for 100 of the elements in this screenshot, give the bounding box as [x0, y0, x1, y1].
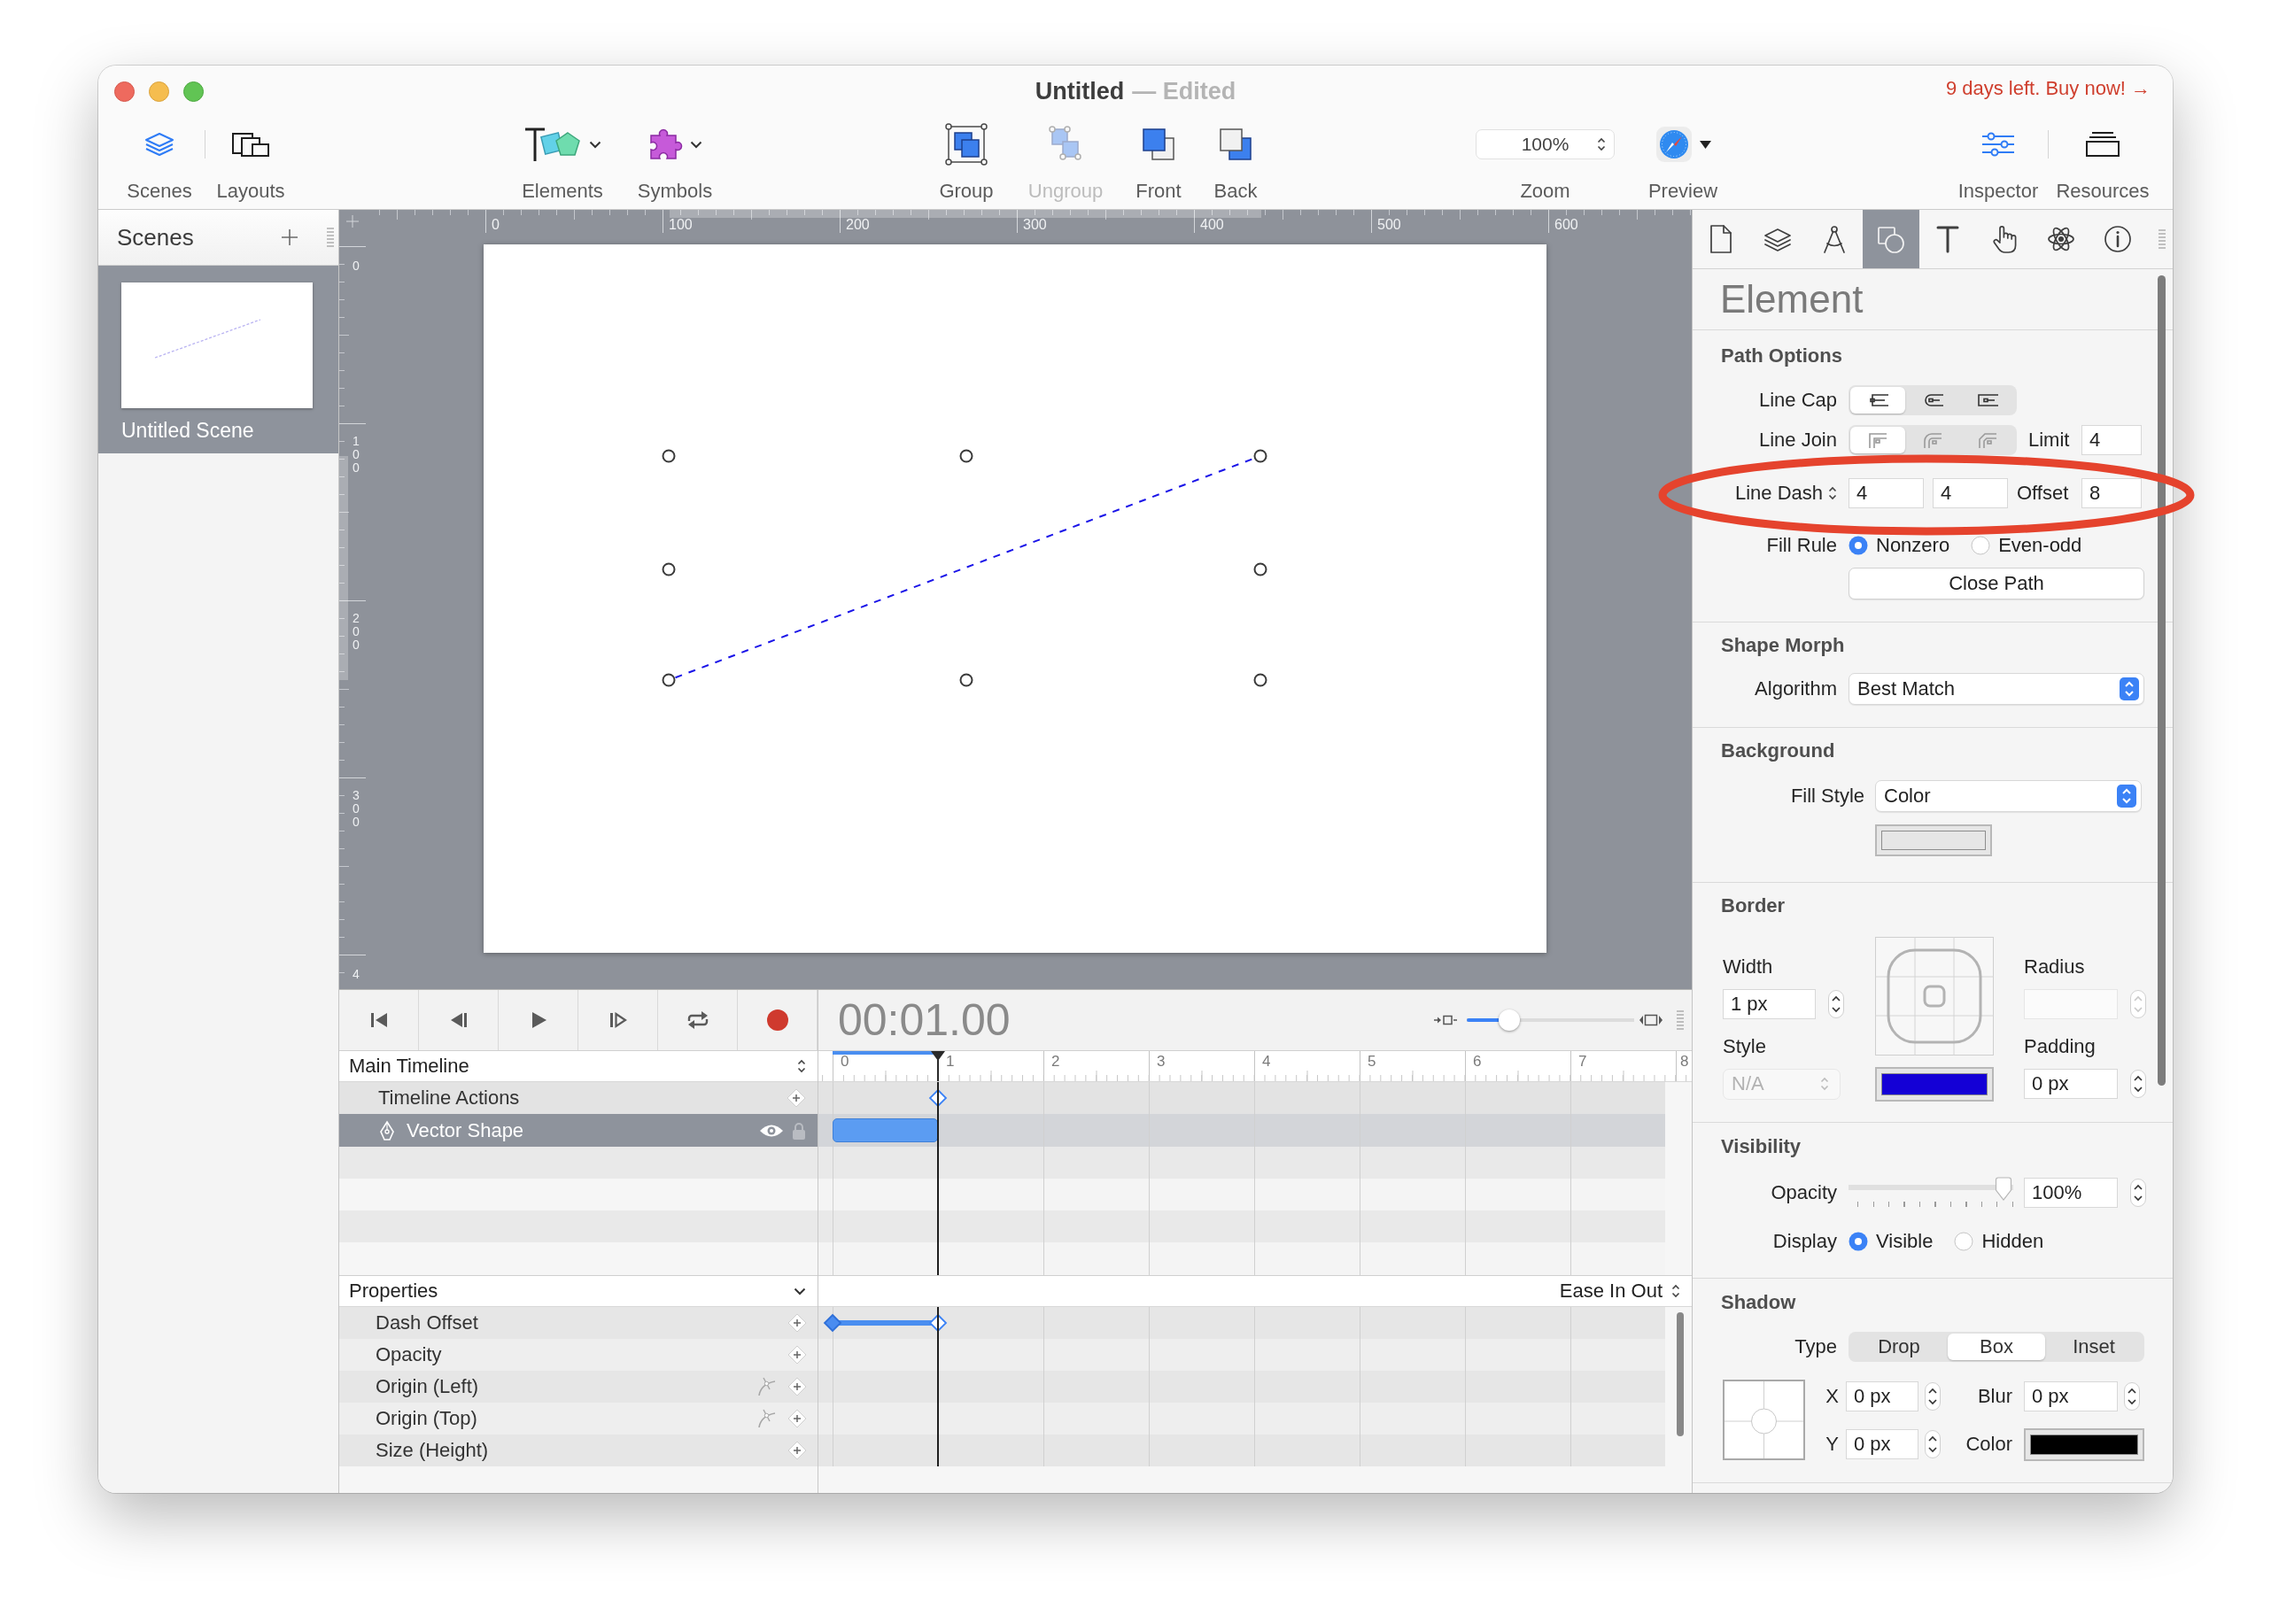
- shadow-type-tab[interactable]: Inset: [2045, 1334, 2143, 1360]
- caret-down-icon: [1699, 140, 1711, 149]
- record-icon: [765, 1009, 789, 1032]
- toolbar-button[interactable]: Resources: [2054, 117, 2151, 203]
- field-label: Style: [1723, 1035, 1766, 1058]
- large-frame-icon[interactable]: [1639, 1013, 1663, 1027]
- property-row[interactable]: Opacity: [339, 1339, 818, 1371]
- ruler-label: 0: [492, 218, 500, 232]
- input-field[interactable]: 8: [2081, 478, 2142, 508]
- selection-handle[interactable]: [662, 673, 676, 687]
- ruler-label: 4: [353, 968, 360, 982]
- toolbar-button[interactable]: Elements: [518, 117, 607, 203]
- selection-handle[interactable]: [959, 449, 973, 463]
- property-row[interactable]: Size (Height): [339, 1435, 818, 1466]
- input-field[interactable]: 0 px: [2024, 1069, 2118, 1099]
- toolbar-button[interactable]: Group: [926, 117, 1006, 203]
- radio-option[interactable]: Even-odd: [1971, 534, 2082, 557]
- color-well[interactable]: [1875, 824, 1992, 856]
- layer-row[interactable]: Timeline Actions: [339, 1082, 818, 1114]
- grip-icon[interactable]: [327, 227, 334, 248]
- selection-handle[interactable]: [1253, 562, 1267, 576]
- input-field[interactable]: 0 px: [2024, 1381, 2118, 1411]
- add-keyframe-icon[interactable]: [787, 1409, 807, 1428]
- grip-icon[interactable]: [2159, 228, 2166, 250]
- shadow-offset-pad[interactable]: [1723, 1380, 1805, 1460]
- color-well[interactable]: [1875, 1067, 1994, 1102]
- color-well[interactable]: [2024, 1427, 2144, 1461]
- scrollbar[interactable]: [2158, 275, 2166, 1086]
- add-keyframe-icon[interactable]: [787, 1088, 806, 1108]
- toolbar-button[interactable]: Front: [1123, 117, 1194, 203]
- dropdown[interactable]: Color: [1875, 780, 2142, 812]
- close-path-button[interactable]: Close Path: [1849, 568, 2144, 599]
- property-row[interactable]: Origin (Left): [339, 1371, 818, 1403]
- zoom-field[interactable]: 100%: [1476, 129, 1615, 159]
- grouped-squares-icon: [944, 122, 988, 166]
- small-frame-icon[interactable]: [1434, 1013, 1457, 1027]
- up-down-arrows-icon: [1671, 1283, 1680, 1299]
- input-field[interactable]: 4: [1933, 478, 2008, 508]
- popup-arrows-icon: [2120, 677, 2139, 700]
- shadow-type-tab[interactable]: Drop: [1850, 1334, 1948, 1360]
- field-label: Algorithm: [1755, 677, 1837, 700]
- property-row[interactable]: Dash Offset: [339, 1307, 818, 1339]
- radio-option[interactable]: Hidden: [1954, 1230, 2044, 1253]
- segmented-control[interactable]: Drop Box Inset: [1849, 1332, 2144, 1362]
- pen-nib-icon: [379, 1119, 395, 1141]
- toolbar-button[interactable]: Symbols: [631, 117, 719, 203]
- window-close-button[interactable]: [114, 81, 135, 102]
- input-field[interactable]: 0 px: [1846, 1429, 1918, 1459]
- overlapping-squares-icon: [1217, 126, 1254, 163]
- add-keyframe-icon[interactable]: [787, 1345, 807, 1365]
- stepper[interactable]: [1925, 1382, 1941, 1411]
- toolbar-button[interactable]: Preview: [1639, 117, 1727, 203]
- line-cap-option[interactable]: [1850, 387, 1905, 414]
- input-field[interactable]: 4: [2081, 425, 2142, 455]
- input-field[interactable]: 0 px: [1846, 1381, 1918, 1411]
- playhead-marker-icon[interactable]: [931, 1051, 945, 1081]
- buy-now-link[interactable]: 9 days left. Buy now! →: [1945, 77, 2151, 100]
- selection-handle[interactable]: [1253, 449, 1267, 463]
- input-field[interactable]: 100%: [2024, 1178, 2118, 1208]
- stepper[interactable]: [2124, 1382, 2140, 1411]
- add-keyframe-icon[interactable]: [787, 1377, 807, 1396]
- toolbar-button[interactable]: Inspector: [1954, 117, 2042, 203]
- selection-handle[interactable]: [662, 449, 676, 463]
- selection-handle[interactable]: [1253, 673, 1267, 687]
- grip-icon[interactable]: [1677, 1009, 1684, 1031]
- add-keyframe-icon[interactable]: [787, 1441, 807, 1460]
- stepper[interactable]: [2130, 1179, 2146, 1207]
- property-row[interactable]: Origin (Top): [339, 1403, 818, 1435]
- slider-thumb[interactable]: [1499, 1009, 1521, 1031]
- timeline-selector[interactable]: Main Timeline: [339, 1051, 818, 1082]
- scrollbar[interactable]: [1677, 1312, 1684, 1436]
- segmented-control[interactable]: [1849, 385, 2017, 415]
- field-label: Width: [1723, 955, 1773, 978]
- line-dash-menu[interactable]: Line Dash: [1734, 482, 1837, 505]
- window-zoom-button[interactable]: [183, 81, 204, 102]
- selection-handle[interactable]: [662, 562, 676, 576]
- edited-status: — Edited: [1132, 77, 1236, 105]
- slider-thumb[interactable]: [1994, 1177, 2013, 1202]
- stepper[interactable]: [1828, 990, 1844, 1018]
- add-keyframe-icon[interactable]: [787, 1313, 807, 1333]
- radio-option[interactable]: Visible: [1849, 1230, 1934, 1253]
- shadow-type-tab[interactable]: Box: [1948, 1334, 2045, 1360]
- properties-menu[interactable]: Properties: [339, 1275, 818, 1307]
- toolbar-button[interactable]: Layouts: [206, 117, 295, 203]
- toolbar-button[interactable]: Scenes: [115, 117, 204, 203]
- input-field[interactable]: 4: [1849, 478, 1924, 508]
- overlapping-squares-icon: [1140, 126, 1177, 163]
- plus-icon[interactable]: [281, 228, 298, 246]
- stepper[interactable]: [2130, 1070, 2146, 1098]
- toolbar-button[interactable]: Back: [1200, 117, 1271, 203]
- field-label: Limit: [2028, 429, 2070, 452]
- stepper[interactable]: [1925, 1430, 1941, 1458]
- radio-option[interactable]: Nonzero: [1849, 534, 1950, 557]
- line-corner-icon: [1922, 431, 1943, 449]
- ruler-label: 3: [1157, 1054, 1166, 1070]
- input-field[interactable]: 1 px: [1723, 989, 1816, 1019]
- field-label: Opacity: [1771, 1181, 1837, 1204]
- dropdown[interactable]: Best Match: [1849, 673, 2144, 705]
- selection-handle[interactable]: [959, 673, 973, 687]
- easing-menu[interactable]: Ease In Out: [1559, 1280, 1680, 1303]
